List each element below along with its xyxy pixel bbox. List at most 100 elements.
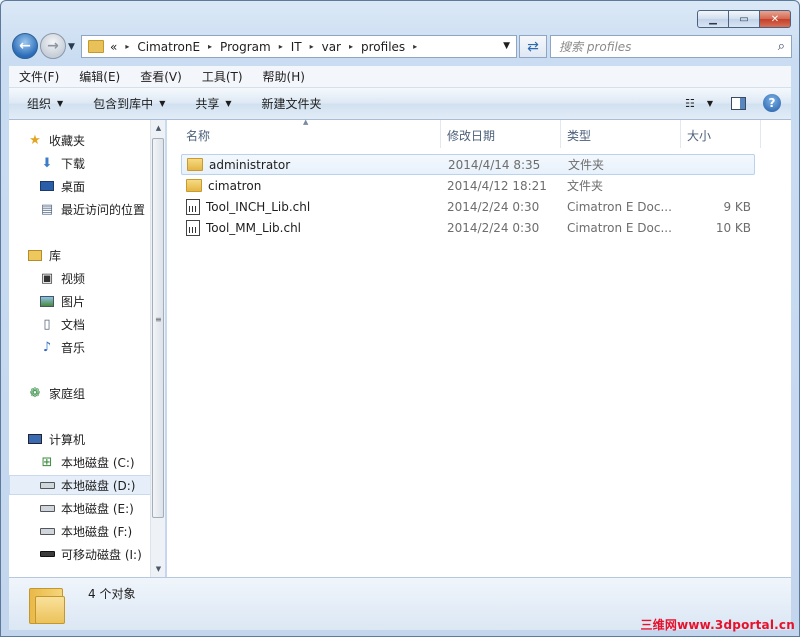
hard-drive-icon xyxy=(39,524,55,538)
nav-music[interactable]: ♪ 音乐 xyxy=(39,337,85,357)
recent-pages-dropdown[interactable]: ▼ xyxy=(68,42,75,52)
chevron-down-icon: ▼ xyxy=(159,99,166,108)
address-dropdown-icon[interactable]: ▼ xyxy=(503,41,510,51)
watermark: 三维网www.3dportal.cn xyxy=(640,618,795,632)
new-folder-button[interactable]: 新建文件夹 xyxy=(252,95,332,112)
document-icon: ▯ xyxy=(43,316,51,332)
nav-homegroup[interactable]: ❁ 家庭组 xyxy=(27,383,85,403)
nav-drive-c[interactable]: ⊞ 本地磁盘 (C:) xyxy=(39,452,135,472)
chevron-down-icon: ▼ xyxy=(57,99,64,108)
explorer-window: ▁ ▭ ✕ ← → ▼ « ▸ CimatronE ▸ Program ▸ IT ▸ v… xyxy=(0,0,800,637)
scroll-grip-icon: ≡ xyxy=(155,315,162,324)
view-list-icon: ☷ xyxy=(684,96,695,110)
breadcrumb-overflow[interactable]: « xyxy=(110,40,117,54)
nav-pictures[interactable]: 图片 xyxy=(39,291,85,311)
picture-icon xyxy=(39,294,55,308)
nav-drive-e[interactable]: 本地磁盘 (E:) xyxy=(39,498,134,518)
breadcrumb-item[interactable]: Program xyxy=(220,40,271,54)
address-field[interactable]: « ▸ CimatronE ▸ Program ▸ IT ▸ var ▸ profiles… xyxy=(81,35,517,58)
back-button[interactable]: ← xyxy=(12,33,38,59)
forward-button[interactable]: → xyxy=(40,33,66,59)
breadcrumb-item[interactable]: CimatronE xyxy=(137,40,200,54)
breadcrumb: « ▸ CimatronE ▸ Program ▸ IT ▸ var ▸ profiles… xyxy=(110,40,425,54)
column-divider[interactable] xyxy=(560,120,561,148)
file-name: Tool_INCH_Lib.chl xyxy=(206,199,311,214)
film-icon: ▣ xyxy=(40,270,54,286)
chevron-down-icon: ▼ xyxy=(225,99,232,108)
crumb-separator-icon[interactable]: ▸ xyxy=(279,42,283,51)
column-type[interactable]: 类型 xyxy=(567,127,591,144)
nav-label: 图片 xyxy=(61,294,86,309)
nav-recent-places[interactable]: ▤ 最近访问的位置 xyxy=(39,199,145,219)
breadcrumb-item[interactable]: profiles xyxy=(361,40,405,54)
computer-icon xyxy=(27,432,43,446)
help-icon[interactable]: ? xyxy=(763,94,781,112)
search-input[interactable]: 搜索 profiles ⌕ xyxy=(550,35,792,58)
column-divider[interactable] xyxy=(440,120,441,148)
downloads-icon: ⬇ xyxy=(41,155,53,171)
file-row[interactable]: Tool_MM_Lib.chl 2014/2/24 0:30 Cimatron … xyxy=(181,217,755,238)
preview-pane-button[interactable] xyxy=(729,94,747,112)
column-size[interactable]: 大小 xyxy=(687,127,711,144)
file-row[interactable]: administrator 2014/4/14 8:35 文件夹 xyxy=(181,154,755,175)
menu-bar: 文件(F) 编辑(E) 查看(V) 工具(T) 帮助(H) xyxy=(9,66,791,88)
nav-label: 可移动磁盘 (I:) xyxy=(61,547,142,562)
crumb-separator-icon[interactable]: ▸ xyxy=(413,42,417,51)
folder-icon xyxy=(186,179,202,192)
large-folder-icon xyxy=(29,584,71,624)
nav-computer[interactable]: 计算机 xyxy=(27,429,85,449)
scroll-thumb[interactable] xyxy=(152,138,164,518)
column-divider[interactable] xyxy=(680,120,681,148)
music-note-icon: ♪ xyxy=(42,339,52,355)
nav-label: 收藏夹 xyxy=(49,133,86,148)
nav-desktop[interactable]: 桌面 xyxy=(39,176,85,196)
star-icon: ★ xyxy=(29,132,41,148)
include-in-library-button[interactable]: 包含到库中 ▼ xyxy=(83,95,175,112)
nav-label: 本地磁盘 (C:) xyxy=(61,455,135,470)
scroll-up-icon[interactable]: ▲ xyxy=(151,120,166,136)
menu-view[interactable]: 查看(V) xyxy=(130,68,192,85)
file-size: 9 KB xyxy=(723,199,751,214)
organize-button[interactable]: 组织 ▼ xyxy=(17,95,73,112)
column-date[interactable]: 修改日期 xyxy=(447,127,495,144)
nav-drive-d[interactable]: 本地磁盘 (D:) xyxy=(9,475,157,495)
menu-file[interactable]: 文件(F) xyxy=(9,68,69,85)
nav-favorites[interactable]: ★ 收藏夹 xyxy=(27,130,85,150)
nav-downloads[interactable]: ⬇ 下载 xyxy=(39,153,85,173)
nav-drive-f[interactable]: 本地磁盘 (F:) xyxy=(39,521,132,541)
breadcrumb-item[interactable]: IT xyxy=(291,40,302,54)
file-date: 2014/2/24 0:30 xyxy=(447,199,540,214)
nav-documents[interactable]: ▯ 文档 xyxy=(39,314,85,334)
nav-label: 下载 xyxy=(61,156,86,171)
scroll-down-icon[interactable]: ▼ xyxy=(151,561,166,577)
file-date: 2014/4/14 8:35 xyxy=(448,157,541,172)
search-icon[interactable]: ⌕ xyxy=(778,39,785,54)
file-row[interactable]: Tool_INCH_Lib.chl 2014/2/24 0:30 Cimatro… xyxy=(181,196,755,217)
maximize-button[interactable]: ▭ xyxy=(729,10,760,28)
share-button[interactable]: 共享 ▼ xyxy=(185,95,241,112)
crumb-separator-icon[interactable]: ▸ xyxy=(310,42,314,51)
minimize-button[interactable]: ▁ xyxy=(697,10,729,28)
refresh-button[interactable]: ⇄ xyxy=(519,35,547,58)
arrow-left-icon: ← xyxy=(19,38,31,54)
nav-videos[interactable]: ▣ 视频 xyxy=(39,268,85,288)
crumb-separator-icon[interactable]: ▸ xyxy=(349,42,353,51)
nav-drive-i[interactable]: 可移动磁盘 (I:) xyxy=(39,544,142,564)
crumb-separator-icon[interactable]: ▸ xyxy=(208,42,212,51)
breadcrumb-item[interactable]: var xyxy=(322,40,341,54)
file-row[interactable]: cimatron 2014/4/12 18:21 文件夹 xyxy=(181,175,755,196)
menu-tools[interactable]: 工具(T) xyxy=(192,68,253,85)
nav-libraries[interactable]: 库 xyxy=(27,245,61,265)
new-folder-label: 新建文件夹 xyxy=(261,97,322,111)
menu-help[interactable]: 帮助(H) xyxy=(253,68,315,85)
change-view-button[interactable]: ☷ ▼ xyxy=(685,94,713,112)
nav-scrollbar[interactable]: ▲ ≡ ▼ xyxy=(150,120,165,577)
nav-label: 本地磁盘 (F:) xyxy=(61,524,133,539)
desktop-icon xyxy=(39,179,55,193)
chevron-down-icon[interactable]: ▼ xyxy=(707,99,713,108)
column-name[interactable]: 名称 xyxy=(186,127,210,144)
close-button[interactable]: ✕ xyxy=(760,10,791,28)
menu-edit[interactable]: 编辑(E) xyxy=(69,68,130,85)
column-divider[interactable] xyxy=(760,120,761,148)
crumb-separator-icon[interactable]: ▸ xyxy=(125,42,129,51)
